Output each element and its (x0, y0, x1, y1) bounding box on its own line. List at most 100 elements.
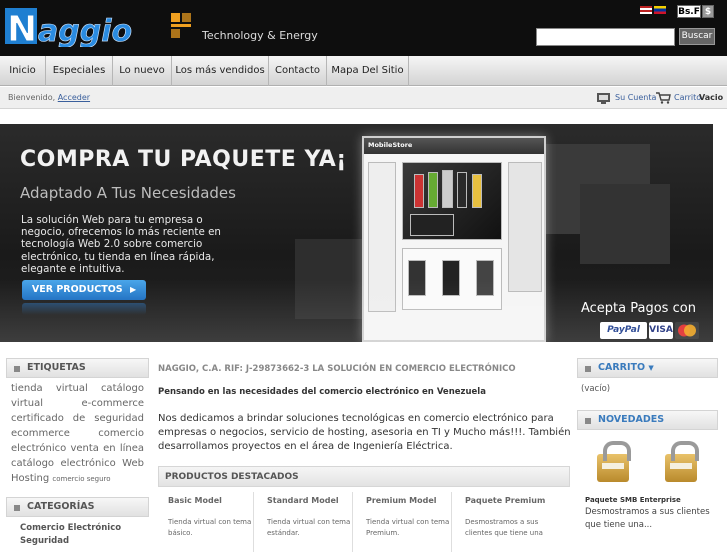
category-list: Comercio Electrónico Seguridad (6, 517, 149, 548)
tag-link[interactable]: virtual (11, 398, 43, 409)
nav-item-mapa-del-sitio[interactable]: Mapa Del Sitio (327, 56, 409, 86)
nav-item-lo-nuevo[interactable]: Lo nuevo (113, 56, 172, 86)
tag-link[interactable]: de (73, 413, 86, 424)
tag-link[interactable]: catálogo (11, 458, 54, 469)
product-name[interactable]: Premium Model (366, 496, 436, 505)
category-item-comercio[interactable]: Comercio Electrónico (20, 522, 149, 535)
banner-description: La solución Web para tu empresa o negoci… (21, 214, 221, 275)
tag-link[interactable]: seguridad (94, 413, 144, 424)
padlock-image[interactable] (597, 441, 631, 482)
company-title: NAGGIO, C.A. RIF: J-29873662-3 LA SOLUCI… (158, 364, 516, 374)
mockup-phone (414, 174, 424, 208)
account-icon[interactable] (596, 92, 611, 104)
bullet-icon (14, 505, 20, 511)
mastercard-icon (678, 324, 696, 337)
nav-item-inicio[interactable]: Inicio (0, 56, 46, 86)
banner-decor-square (580, 184, 670, 264)
product-name[interactable]: Basic Model (168, 496, 222, 505)
main-content: NAGGIO, C.A. RIF: J-29873662-3 LA SOLUCI… (158, 364, 571, 552)
category-item-seguridad[interactable]: Seguridad (20, 535, 149, 548)
tag-link[interactable]: certificado (11, 413, 64, 424)
news-heading: NOVEDADES (577, 410, 718, 430)
mockup-phone (457, 172, 467, 208)
padlock-image[interactable] (665, 441, 699, 482)
product-name[interactable]: Paquete Premium (465, 496, 545, 505)
currency-usd-button[interactable]: $ (702, 5, 714, 18)
mockup-logo: MobileStore (368, 141, 413, 149)
nav-item-contacto[interactable]: Contacto (269, 56, 327, 86)
product-card[interactable]: Standard Model Tienda virtual con tema e… (257, 492, 353, 552)
svg-text:N: N (7, 9, 37, 47)
tag-link[interactable]: virtual (56, 383, 88, 394)
banner-decor-square (295, 239, 365, 319)
product-card[interactable]: Basic Model Tienda virtual con tema bási… (158, 492, 254, 552)
left-sidebar: ETIQUETAS tienda virtual catálogo virtua… (6, 358, 149, 548)
banner-slide[interactable]: COMPRA TU PAQUETE YA¡ Adaptado A Tus Nec… (0, 124, 713, 342)
nav-item-especiales[interactable]: Especiales (46, 56, 113, 86)
cart-link[interactable]: Carrito (674, 93, 701, 102)
mockup-product (476, 260, 494, 296)
bullet-icon (585, 366, 591, 372)
tag-link[interactable]: comercio seguro (52, 475, 110, 483)
product-description: Tienda virtual con tema Premium. (366, 518, 450, 537)
tags-title: ETIQUETAS (27, 362, 86, 373)
search-button[interactable]: Buscar (679, 28, 715, 45)
play-arrow-icon: ▶ (129, 285, 137, 294)
mockup-phone (442, 170, 453, 208)
cart-title[interactable]: CARRITO (598, 362, 645, 373)
visa-logo: VISA (649, 322, 673, 339)
caret-down-icon[interactable]: ▼ (648, 364, 653, 372)
tag-cloud: tienda virtual catálogo virtual e-commer… (6, 378, 149, 491)
logo-tagline: Technology & Energy (202, 29, 318, 42)
tag-link[interactable]: venta (70, 443, 98, 454)
product-card[interactable]: Premium Model Tienda virtual con tema Pr… (356, 492, 452, 552)
payments-title: Acepta Pagos con (581, 301, 696, 316)
view-products-button[interactable]: VER PRODUCTOS ▶ (22, 280, 146, 300)
cart-icon[interactable] (656, 92, 671, 104)
news-images (577, 430, 718, 496)
mockup-product (408, 260, 426, 296)
tag-link[interactable]: catálogo (101, 383, 144, 394)
header: N aggio Technology & Energy Bs.F $ Busca… (0, 0, 727, 56)
main-nav: Inicio Especiales Lo nuevo Los más vendi… (0, 56, 727, 86)
tag-link[interactable]: Hosting (11, 473, 49, 484)
english-flag-icon[interactable] (640, 6, 652, 14)
banner-subtitle: Adaptado A Tus Necesidades (20, 184, 236, 202)
tag-link[interactable]: e-commerce (81, 398, 144, 409)
tag-link[interactable]: electrónico (60, 458, 115, 469)
news-title: NOVEDADES (598, 414, 665, 425)
paypal-logo: PayPal (600, 322, 647, 339)
mockup-header: MobileStore (364, 138, 544, 154)
spanish-flag-icon[interactable] (654, 6, 666, 14)
promo-banner: COMPRA TU PAQUETE YA¡ Adaptado A Tus Nec… (0, 118, 727, 352)
nav-item-mas-vendidos[interactable]: Los más vendidos (172, 56, 269, 86)
right-sidebar: CARRITO ▼ (vacío) NOVEDADES Paquete SMB … (577, 358, 718, 532)
bullet-icon (585, 418, 591, 424)
banner-title: COMPRA TU PAQUETE YA¡ (20, 147, 347, 172)
login-link[interactable]: Acceder (58, 93, 90, 102)
company-description: Nos dedicamos a brindar soluciones tecno… (158, 413, 571, 452)
product-card[interactable]: Paquete Premium Desmostramos a sus clien… (455, 492, 569, 552)
search-input[interactable] (536, 28, 675, 46)
tag-link[interactable]: Web (122, 458, 144, 469)
product-description: Tienda virtual con tema estándar. (267, 518, 351, 537)
account-bar: Bienvenido, Acceder Su Cuenta Carrito Va… (0, 87, 727, 109)
tag-link[interactable]: tienda (11, 383, 43, 394)
welcome-text: Bienvenido, Acceder (8, 93, 90, 102)
tag-link[interactable]: electrónico (11, 443, 66, 454)
currency-bsf-button[interactable]: Bs.F (677, 5, 701, 18)
mockup-right-column (508, 162, 542, 292)
tag-link[interactable]: comercio (98, 428, 144, 439)
product-name[interactable]: Standard Model (267, 496, 339, 505)
naggio-logo[interactable]: N aggio (4, 5, 200, 47)
svg-text:aggio: aggio (38, 14, 132, 47)
cart-heading[interactable]: CARRITO ▼ (577, 358, 718, 378)
news-item-name[interactable]: Paquete SMB Enterprise (577, 496, 718, 504)
tags-heading: ETIQUETAS (6, 358, 149, 378)
tag-link[interactable]: ecommerce (11, 428, 70, 439)
tag-link[interactable]: en (103, 443, 116, 454)
bullet-icon (14, 366, 20, 372)
welcome-label: Bienvenido, (8, 93, 56, 102)
account-link[interactable]: Su Cuenta (615, 93, 656, 102)
tag-link[interactable]: línea (120, 443, 144, 454)
